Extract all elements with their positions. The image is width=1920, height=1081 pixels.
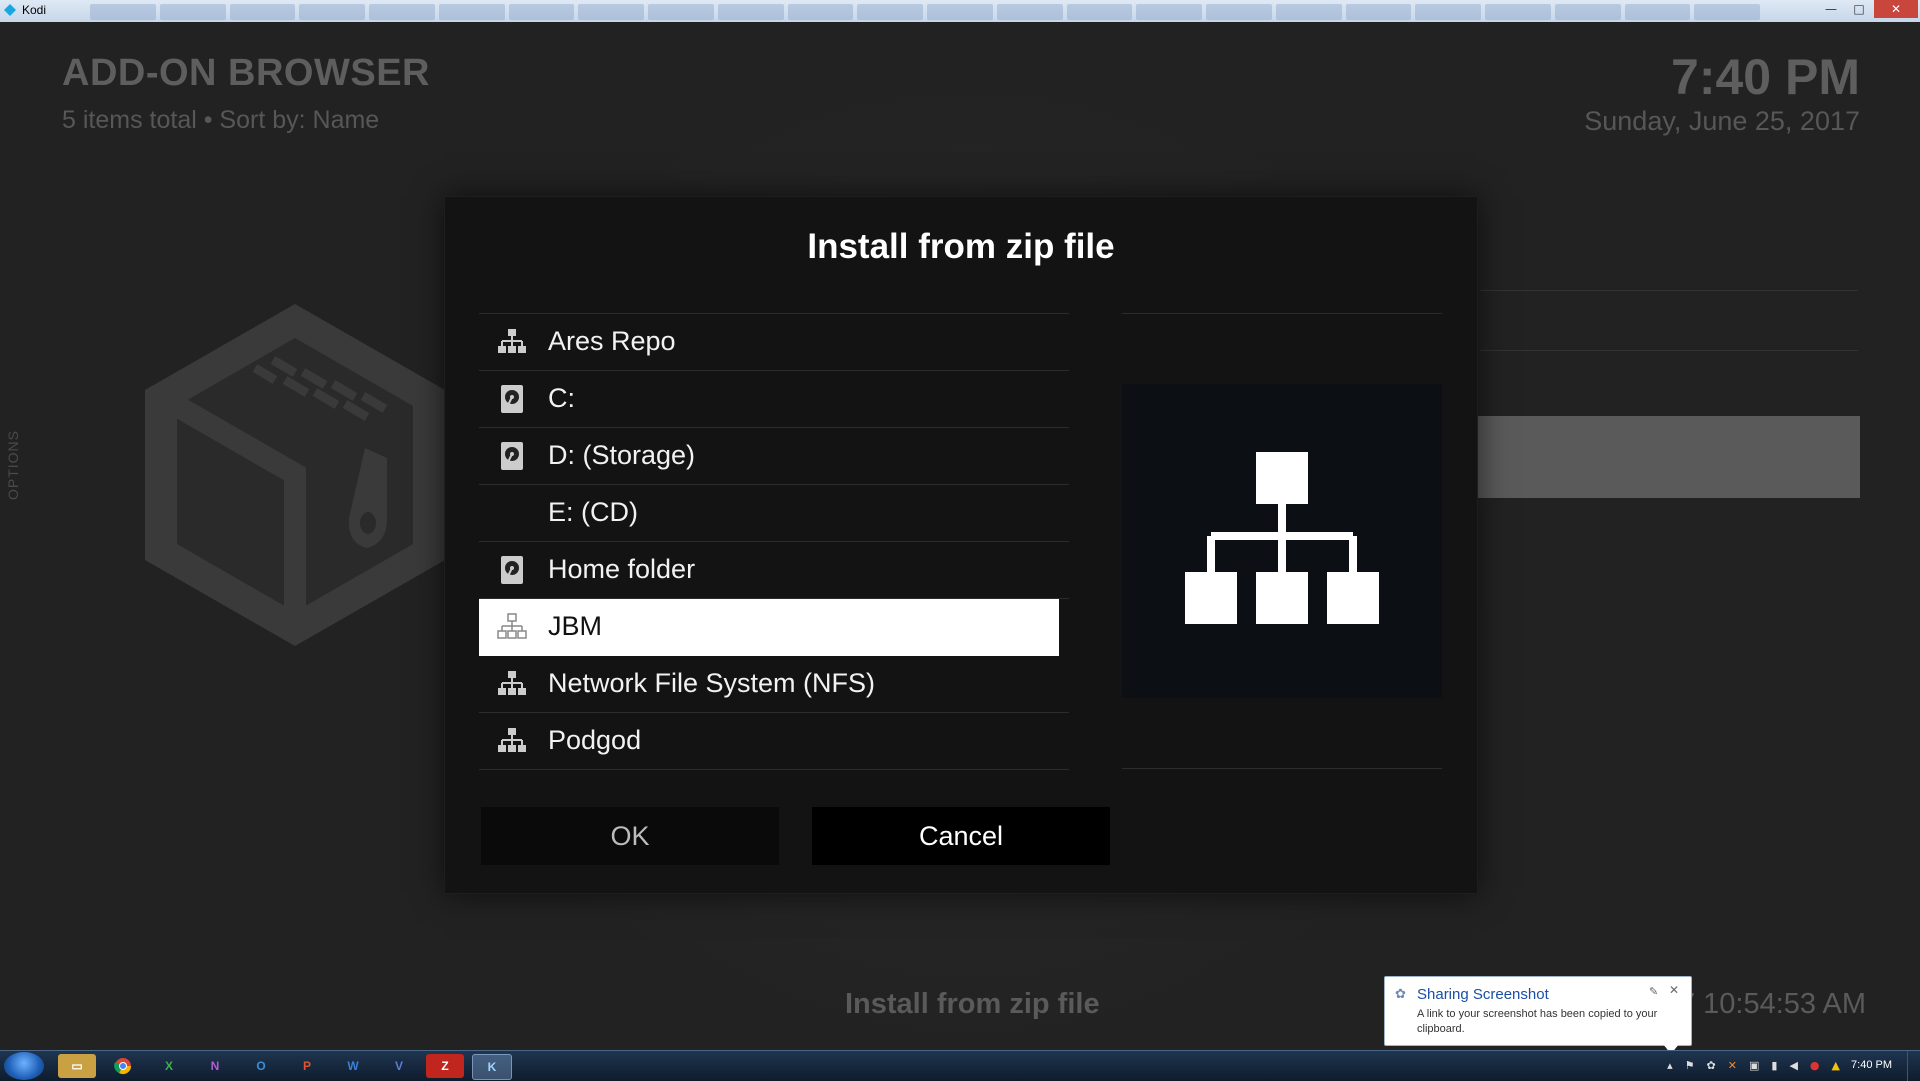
kodi-app-icon <box>4 4 16 16</box>
show-desktop-button[interactable] <box>1907 1051 1920 1081</box>
background-divider <box>1480 290 1858 291</box>
network-icon <box>498 329 526 353</box>
network-icon <box>1185 452 1379 624</box>
pin-icon[interactable]: ✎ <box>1649 985 1658 998</box>
window-title-decoration <box>90 4 1760 20</box>
taskbar: ▭ X N O P W V Z K ▴ ⚑ ✿ ✕ ▣ ▮ ◀ ● ▲ 7:40… <box>0 1050 1920 1081</box>
list-item[interactable]: Home folder <box>479 542 1069 599</box>
volume-icon[interactable]: ◀ <box>1789 1059 1797 1072</box>
options-side-label[interactable]: OPTIONS <box>5 430 21 500</box>
hard-drive-icon <box>501 556 523 584</box>
clock-date: Sunday, June 25, 2017 <box>1584 106 1860 136</box>
item-preview <box>1122 313 1442 769</box>
background-divider <box>1480 350 1858 351</box>
network-icon <box>497 613 527 639</box>
clock-time: 7:40 PM <box>1671 49 1860 105</box>
list-item-label: C: <box>548 383 575 413</box>
list-item-label: D: (Storage) <box>548 440 696 470</box>
taskbar-clock[interactable]: 7:40 PM <box>1851 1059 1892 1071</box>
onenote-icon[interactable]: N <box>196 1054 234 1078</box>
drive-sync-icon[interactable]: ▲ <box>1832 1059 1840 1072</box>
minimize-button[interactable]: — <box>1818 0 1844 18</box>
window-title: Kodi <box>22 3 47 17</box>
list-item[interactable]: E: (CD) <box>479 485 1069 542</box>
sharing-screenshot-notification[interactable]: ✿ Sharing Screenshot ✎ ✕ A link to your … <box>1384 976 1692 1054</box>
list-item[interactable]: Podgod <box>479 713 1069 770</box>
excel-icon[interactable]: X <box>150 1054 188 1078</box>
zip-box-icon <box>145 304 445 646</box>
start-button[interactable] <box>4 1052 44 1080</box>
hard-drive-icon <box>501 385 523 413</box>
chrome-icon[interactable] <box>104 1054 142 1078</box>
app-tray-icon[interactable]: ✕ <box>1728 1059 1737 1072</box>
tray-arrow-icon[interactable]: ▴ <box>1667 1059 1673 1072</box>
list-item-label: Network File System (NFS) <box>548 668 876 698</box>
list-item-label: Ares Repo <box>548 326 676 356</box>
list-item-label: E: (CD) <box>548 497 638 527</box>
device-icon[interactable]: ▣ <box>1749 1059 1759 1072</box>
visio-icon[interactable]: V <box>380 1054 418 1078</box>
system-tray[interactable]: ▴ ⚑ ✿ ✕ ▣ ▮ ◀ ● ▲ <box>1667 1059 1840 1072</box>
source-list: Ares Repo C: D: (Storage) E: (CD) Home f… <box>479 313 1069 770</box>
share-icon: ✿ <box>1395 986 1406 1001</box>
powerpoint-icon[interactable]: P <box>288 1054 326 1078</box>
install-from-zip-dialog: Install from zip file Ares Repo C: D: (S… <box>444 196 1478 894</box>
file-explorer-icon[interactable]: ▭ <box>58 1054 96 1078</box>
notification-body: A link to your screenshot has been copie… <box>1417 1008 1658 1035</box>
network-icon <box>498 728 526 752</box>
dialog-title: Install from zip file <box>807 227 1115 266</box>
list-item[interactable]: C: <box>479 371 1069 428</box>
word-icon[interactable]: W <box>334 1054 372 1078</box>
hard-drive-icon <box>501 442 523 470</box>
signal-icon[interactable]: ▮ <box>1771 1059 1777 1072</box>
list-item[interactable]: Ares Repo <box>479 314 1069 371</box>
filezilla-icon[interactable]: Z <box>426 1054 464 1078</box>
window-titlebar: Kodi — □ ✕ <box>0 0 1920 23</box>
list-item[interactable]: Network File System (NFS) <box>479 656 1069 713</box>
list-item[interactable]: D: (Storage) <box>479 428 1069 485</box>
notification-title: Sharing Screenshot <box>1417 986 1549 1003</box>
page-title: ADD-ON BROWSER <box>62 52 430 94</box>
cancel-button[interactable]: Cancel <box>812 807 1110 865</box>
share-tray-icon[interactable]: ✿ <box>1707 1059 1716 1072</box>
flag-icon[interactable]: ⚑ <box>1685 1059 1695 1072</box>
maximize-button[interactable]: □ <box>1846 0 1872 18</box>
background-footer-label: Install from zip file <box>845 988 1100 1020</box>
security-icon[interactable]: ● <box>1810 1059 1820 1072</box>
outlook-icon[interactable]: O <box>242 1054 280 1078</box>
list-item-label: Home folder <box>548 554 696 584</box>
background-selected-row <box>1466 416 1860 498</box>
close-button[interactable]: ✕ <box>1874 0 1918 18</box>
background-footer-time: 7 10:54:53 AM <box>1678 988 1866 1020</box>
ok-button[interactable]: OK <box>481 807 779 865</box>
notification-close-icon[interactable]: ✕ <box>1669 983 1679 997</box>
list-item-selected[interactable]: JBM <box>479 599 1059 656</box>
list-item-label: JBM <box>548 611 602 641</box>
page-subtitle: 5 items total • Sort by: Name <box>62 106 380 134</box>
network-icon <box>498 671 526 695</box>
list-item-label: Podgod <box>548 725 642 755</box>
kodi-taskbar-icon[interactable]: K <box>472 1054 512 1080</box>
